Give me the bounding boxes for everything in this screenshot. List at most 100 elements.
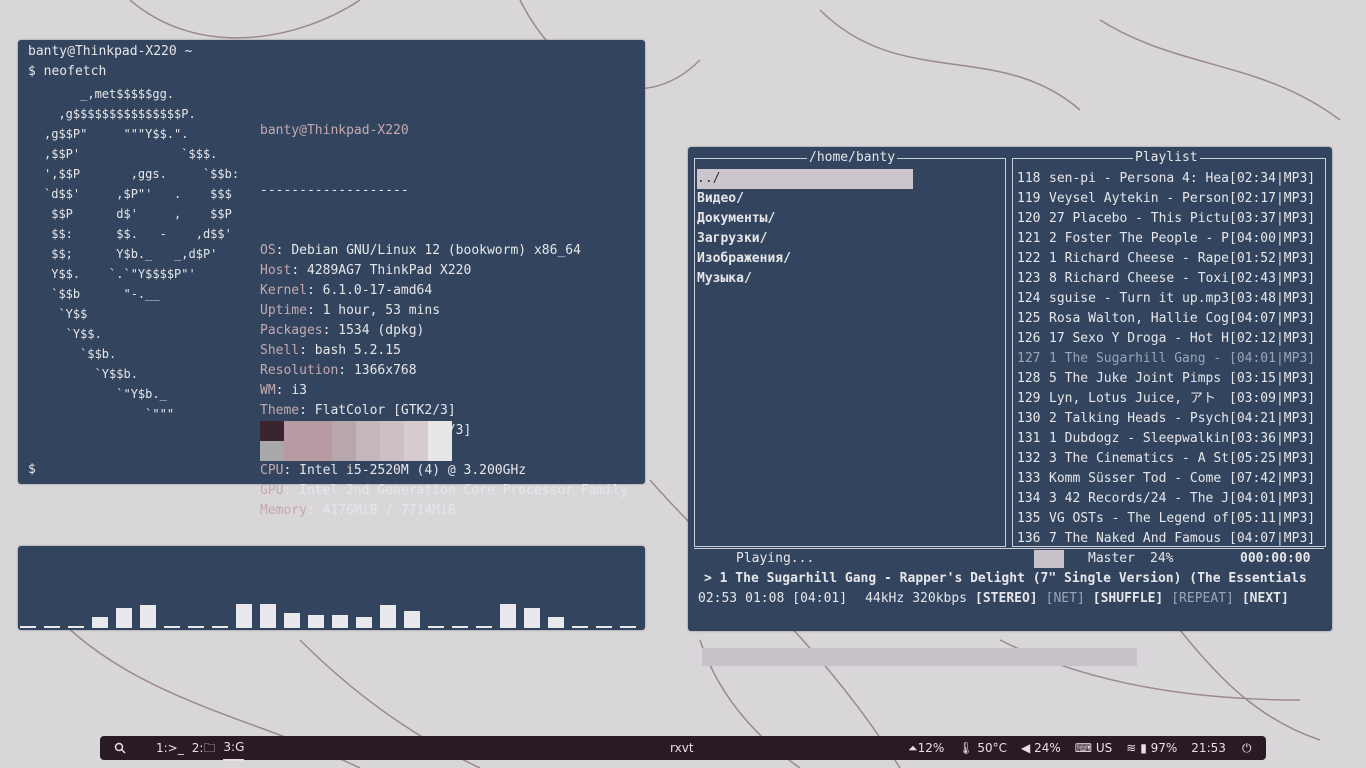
shuffle-toggle[interactable]: [SHUFFLE] <box>1093 589 1163 609</box>
color-swatch <box>428 421 452 441</box>
browser-item[interactable]: Видео/ <box>697 189 913 209</box>
counter: 000:00:00 <box>1240 551 1311 566</box>
playlist-item[interactable]: 122 1 Richard Cheese - Rape [01:52|MP3] <box>1017 249 1325 269</box>
playlist-item[interactable]: 126 17 Sexo Y Droga - Hot H [02:12|MP3] <box>1017 329 1325 349</box>
prompt-header: banty@Thinkpad-X220 ~ <box>28 44 193 59</box>
visualizer-bar <box>44 626 60 628</box>
playlist-item[interactable]: 121 2 Foster The People - P [04:00|MP3] <box>1017 229 1325 249</box>
track-time: [04:07|MP3] <box>1229 311 1316 326</box>
browser-item[interactable]: Изображения/ <box>697 249 913 269</box>
playlist-item[interactable]: 119 Veysel Aytekin - Person [02:17|MP3] <box>1017 189 1325 209</box>
info-value: 1 hour, 53 mins <box>322 303 441 318</box>
info-value: Intel 2nd Generation Core Processor Fami… <box>299 483 628 498</box>
workspace-button[interactable]: 3:G <box>223 735 245 761</box>
track-title: Veysel Aytekin - Person <box>1049 191 1229 206</box>
clock: 21:53 <box>1191 741 1226 755</box>
browser-item[interactable]: Документы/ <box>697 209 913 229</box>
stereo-flag: [STEREO] <box>975 591 1038 606</box>
track-title: 2 Foster The People - P <box>1049 231 1229 246</box>
cmus-player[interactable]: /home/banty ../Видео/Документы/Загрузки/… <box>688 147 1332 666</box>
playing-label: Playing... <box>736 551 815 566</box>
browser-item[interactable]: Загрузки/ <box>697 229 913 249</box>
track-time: [04:01|MP3] <box>1229 491 1316 506</box>
playlist-item[interactable]: 134 3 42 Records/24 - The J [04:01|MP3] <box>1017 489 1325 509</box>
keyboard-module[interactable]: ⌨ US <box>1075 736 1113 760</box>
playlist-item[interactable]: 118 sen-pi - Persona 4: Hea [02:34|MP3] <box>1017 169 1325 189</box>
playlist-item[interactable]: 135 VG OSTs - The Legend of [05:11|MP3] <box>1017 509 1325 529</box>
color-swatch <box>380 421 404 441</box>
net-flag[interactable]: [NET] <box>1046 589 1085 609</box>
playlist-item[interactable]: 133 Komm Süsser Tod - Come [07:42|MP3] <box>1017 469 1325 489</box>
separator: ------------------- <box>260 183 409 198</box>
ascii-line: $$: $$. - ,d$$' <box>44 227 232 241</box>
cpu-icon: ⏶ <box>908 741 918 755</box>
info-value: 1366x768 <box>353 363 417 378</box>
info-row: Memory: 4176MiB / 7714MiB <box>260 503 456 518</box>
search-icon[interactable] <box>114 736 126 760</box>
ascii-line: `""" <box>44 407 175 421</box>
track-title: 3 42 Records/24 - The J <box>1049 491 1229 506</box>
track-number: 118 <box>1017 171 1041 186</box>
playlist-item[interactable]: 132 3 The Cinematics - A St [05:25|MP3] <box>1017 449 1325 469</box>
volume-readout: 24% <box>1150 551 1174 566</box>
info-key: Packages <box>260 323 323 338</box>
playlist-item[interactable]: 131 1 Dubdogz - Sleepwalkin [03:36|MP3] <box>1017 429 1325 449</box>
visualizer-bar <box>380 605 396 628</box>
track-number: 136 <box>1017 531 1041 546</box>
playlist-item[interactable]: 127 1 The Sugarhill Gang - [04:01|MP3] <box>1017 349 1325 369</box>
track-title: 5 The Juke Joint Pimps <box>1049 371 1222 386</box>
i3-bar: 1:>_ 2:🗀 3:G rxvt ⏶12% 🌡 50°C ◀ 24% ⌨ US ≋… <box>100 735 1266 761</box>
track-title: Lyn, Lotus Juice, アト <box>1049 391 1216 406</box>
visualizer-bar <box>452 626 468 628</box>
next-toggle[interactable]: [NEXT] <box>1242 589 1289 609</box>
track-number: 122 <box>1017 251 1041 266</box>
workspace-button[interactable]: 1:>_ <box>156 736 184 760</box>
playlist-item[interactable]: 125 Rosa Walton, Hallie Cog [04:07|MP3] <box>1017 309 1325 329</box>
track-time: [01:52|MP3] <box>1229 251 1316 266</box>
ascii-line: `$$b. <box>44 347 117 361</box>
track-title: 2 Talking Heads - Psych <box>1049 411 1229 426</box>
color-swatch <box>428 441 452 461</box>
playlist-item[interactable]: 123 8 Richard Cheese - Toxi [02:43|MP3] <box>1017 269 1325 289</box>
info-key: Kernel <box>260 283 307 298</box>
workspace-button[interactable]: 2:🗀 <box>192 736 216 760</box>
repeat-toggle[interactable]: [REPEAT] <box>1171 589 1234 609</box>
track-time: [05:11|MP3] <box>1229 511 1316 526</box>
info-row: GPU: Intel 2nd Generation Core Processor… <box>260 483 628 498</box>
visualizer-bar <box>260 604 276 628</box>
ascii-line: $$; Y$b._ _,d$P' <box>44 247 218 261</box>
info-key: CPU <box>260 463 284 478</box>
playlist-item[interactable]: 130 2 Talking Heads - Psych [04:21|MP3] <box>1017 409 1325 429</box>
ascii-line: `$$b "-.__ <box>44 287 160 301</box>
playlist-item[interactable]: 128 5 The Juke Joint Pimps [03:15|MP3] <box>1017 369 1325 389</box>
playlist-pane: Playlist 118 sen-pi - Persona 4: Hea [02:3… <box>1012 148 1326 549</box>
track-time: [04:07|MP3] <box>1229 531 1316 546</box>
color-swatch <box>332 441 356 461</box>
track-title: 1 The Sugarhill Gang - <box>1049 351 1222 366</box>
shell-prompt[interactable]: $ <box>28 460 36 480</box>
system-info: banty@Thinkpad-X220 ------------------- … <box>260 81 628 561</box>
track-time: [04:01|MP3] <box>1229 351 1316 366</box>
neofetch-terminal[interactable]: banty@Thinkpad-X220 ~ $ neofetch _,met$$… <box>18 40 645 518</box>
volume-module[interactable]: ◀ 24% <box>1021 736 1061 760</box>
track-time: [05:25|MP3] <box>1229 451 1316 466</box>
track-time: [04:00|MP3] <box>1229 231 1316 246</box>
track-number: 133 <box>1017 471 1041 486</box>
power-icon[interactable]: ⏻ <box>1242 736 1252 760</box>
progress-track[interactable] <box>702 608 1314 666</box>
bitrate: 320kbps <box>912 591 968 606</box>
visualizer-bar <box>116 608 132 628</box>
browser-item[interactable]: Музыка/ <box>697 269 913 289</box>
track-title: 27 Placebo - This Pictu <box>1049 211 1229 226</box>
track-time: [07:42|MP3] <box>1229 471 1316 486</box>
playlist-item[interactable]: 124 sguise - Turn it up.mp3 [03:48|MP3] <box>1017 289 1325 309</box>
color-swatch <box>404 441 428 461</box>
playlist-item[interactable]: 136 7 The Naked And Famous [04:07|MP3] <box>1017 529 1325 549</box>
track-time: [02:17|MP3] <box>1229 191 1316 206</box>
playlist-item[interactable]: 129 Lyn, Lotus Juice, アト [03:09|MP3] <box>1017 389 1325 409</box>
playlist-item[interactable]: 120 27 Placebo - This Pictu [03:37|MP3] <box>1017 209 1325 229</box>
browser-item[interactable]: ../ <box>697 169 913 189</box>
info-value: 6.1.0-17-amd64 <box>322 283 433 298</box>
track-number: 124 <box>1017 291 1041 306</box>
info-value: Debian GNU/Linux 12 (bookworm) x86_64 <box>291 243 581 258</box>
